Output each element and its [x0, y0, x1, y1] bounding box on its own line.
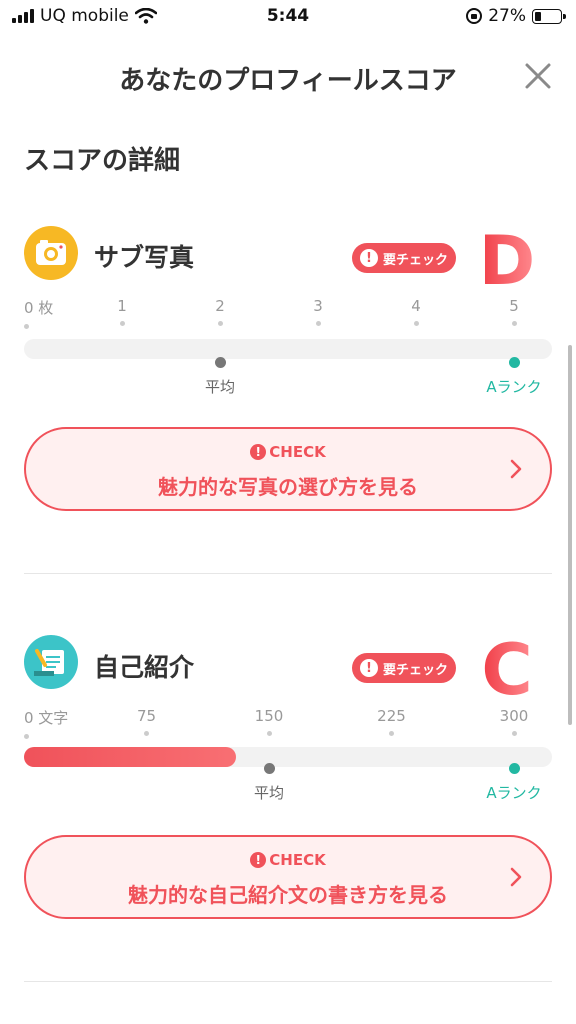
scale-tick: 75: [117, 707, 177, 736]
check-badge: ! 要チェック: [352, 243, 456, 273]
scale-tick: 5: [484, 297, 544, 326]
score-track: [24, 339, 552, 359]
cta-check: ! CHECK: [26, 851, 550, 869]
alert-icon: !: [250, 852, 267, 868]
rotation-lock-icon: [466, 8, 483, 24]
alert-icon: !: [359, 249, 378, 267]
cta-check-label: CHECK: [269, 851, 326, 869]
photo-tips-button[interactable]: ! CHECK 魅力的な写真の選び方を見る: [24, 427, 552, 511]
average-marker: [214, 357, 226, 368]
scale-tick: 2: [190, 297, 250, 326]
status-bar: UQ mobile 5:44 27%: [0, 0, 576, 34]
scale-ticks: 0 文字 75 150 225 300: [0, 707, 576, 743]
score-track: [24, 747, 552, 767]
card-label: サブ写真: [94, 243, 195, 272]
battery-icon: [532, 8, 566, 24]
scrollbar[interactable]: [568, 345, 572, 725]
score-fill: [24, 747, 237, 767]
average-label: 平均: [253, 784, 284, 802]
battery-level: [535, 11, 542, 21]
section-title: スコアの詳細: [24, 146, 181, 176]
alert-icon: !: [250, 444, 267, 460]
intro-tips-button[interactable]: ! CHECK 魅力的な自己紹介文の書き方を見る: [24, 835, 552, 919]
svg-text:C: C: [481, 632, 532, 702]
cta-label: 魅力的な自己紹介文の書き方を見る: [128, 883, 448, 907]
scale-tick: 0 文字: [24, 707, 84, 739]
cta-label: 魅力的な写真の選び方を見る: [158, 475, 418, 499]
scale-tick: 0 枚: [24, 297, 84, 329]
svg-text:D: D: [479, 224, 535, 294]
chevron-right-icon: [510, 459, 522, 479]
badge-label: 要チェック: [382, 252, 448, 268]
a-rank-marker: [508, 357, 520, 368]
a-rank-label: Aランク: [486, 784, 542, 802]
cta-check: ! CHECK: [26, 443, 550, 461]
scale-tick: 150: [239, 707, 299, 736]
status-right: 27%: [466, 6, 566, 26]
average-label: 平均: [204, 378, 235, 396]
a-rank-marker: [508, 763, 520, 774]
divider: [24, 573, 552, 574]
divider: [24, 981, 552, 982]
scale-tick: 225: [362, 707, 422, 736]
scale-ticks: 0 枚 1 2 3 4 5: [0, 297, 576, 333]
badge-label: 要チェック: [382, 662, 448, 678]
close-icon[interactable]: [522, 60, 554, 92]
header: あなたのプロフィールスコア: [0, 48, 576, 104]
scale-tick: 4: [386, 297, 446, 326]
chevron-right-icon: [510, 867, 522, 887]
memo-icon: [24, 635, 78, 689]
scale-tick: 3: [288, 297, 348, 326]
alert-icon: !: [359, 659, 378, 677]
grade-letter: C: [481, 632, 532, 702]
camera-icon: [24, 226, 78, 280]
scale-tick: 1: [92, 297, 152, 326]
card-label: 自己紹介: [94, 653, 195, 682]
scale-tick: 300: [484, 707, 544, 736]
page-title: あなたのプロフィールスコア: [119, 66, 457, 96]
a-rank-label: Aランク: [486, 378, 542, 396]
check-badge: ! 要チェック: [352, 653, 456, 683]
battery-percent: 27%: [488, 6, 526, 26]
cta-check-label: CHECK: [269, 443, 326, 461]
average-marker: [263, 763, 275, 774]
grade-letter: D: [479, 224, 535, 294]
